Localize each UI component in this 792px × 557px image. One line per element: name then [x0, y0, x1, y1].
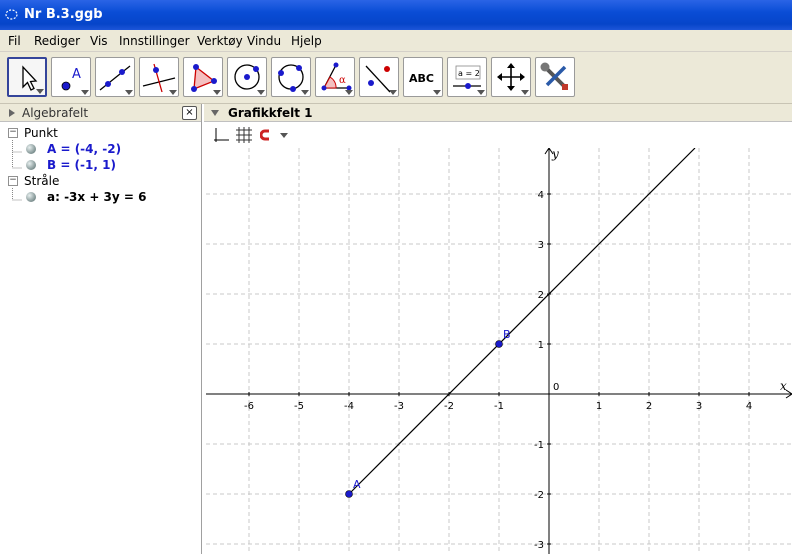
show-grid-icon[interactable] [235, 126, 253, 144]
toolbar: A α ABC a = 2 [0, 52, 792, 104]
move-graphics-tool-button[interactable] [491, 57, 531, 97]
menu-tools[interactable]: Verktøy [197, 34, 243, 48]
reflect-tool-button[interactable] [359, 57, 399, 97]
dropdown-triangle-icon [389, 90, 397, 95]
menu-file[interactable]: Fil [8, 34, 21, 48]
dropdown-triangle-icon [213, 90, 221, 95]
close-icon[interactable]: × [182, 106, 197, 120]
ray-a[interactable] [348, 147, 696, 495]
y-tick-label: 1 [538, 340, 544, 351]
geometry-objects[interactable]: AB [345, 147, 696, 498]
dropdown-triangle-icon [433, 90, 441, 95]
algebra-item-point-b[interactable]: B = (-1, 1) [47, 158, 116, 172]
move-tool-button[interactable] [7, 57, 47, 97]
algebra-panel-header: Algebrafelt × [0, 104, 201, 122]
magnet-snap-icon[interactable] [260, 126, 290, 144]
angle-tool-button[interactable]: α [315, 57, 355, 97]
menu-options[interactable]: Innstillinger [119, 34, 190, 48]
x-tick-label: 2 [646, 401, 652, 412]
title-bar: Nr B.3.ggb [0, 0, 792, 30]
visibility-toggle-icon[interactable] [26, 192, 36, 202]
algebra-panel-title: Algebrafelt [22, 106, 89, 120]
menu-window[interactable]: Vindu [247, 34, 281, 48]
expander-punkt[interactable]: − [8, 128, 18, 138]
grid-lines [206, 148, 792, 554]
y-tick-label: -2 [534, 490, 544, 501]
algebra-item-ray-a[interactable]: a: -3x + 3y = 6 [47, 190, 147, 204]
polygon-tool-button[interactable] [183, 57, 223, 97]
point-b[interactable] [495, 340, 503, 348]
graphics-panel-header: Grafikkfelt 1 [204, 104, 792, 122]
point-a[interactable] [345, 490, 353, 498]
graphics-panel: Grafikkfelt 1 xy -6 -5 -4 -3 -2 -1 0 1 2 3 4 4 3 2 1 -1… [204, 104, 792, 554]
y-tick-label: -1 [534, 440, 544, 451]
x-tick-label: -2 [444, 401, 454, 412]
x-tick-label: 0 [553, 382, 559, 393]
x-tick-label: 3 [696, 401, 702, 412]
slider-tool-button[interactable]: a = 2 [447, 57, 487, 97]
y-axis-label: y [551, 148, 559, 161]
visibility-toggle-icon[interactable] [26, 144, 36, 154]
line-tool-button[interactable] [95, 57, 135, 97]
point-label-b: B [503, 328, 511, 341]
dropdown-triangle-icon [81, 90, 89, 95]
tools-settings-button[interactable] [535, 57, 575, 97]
x-axis-label: x [780, 379, 787, 393]
menu-edit[interactable]: Rediger [34, 34, 80, 48]
point-tool-button[interactable]: A [51, 57, 91, 97]
y-tick-label: -3 [534, 540, 544, 551]
x-tick-label: -3 [394, 401, 404, 412]
menu-bar: Fil Rediger Vis Innstillinger Verktøy Vi… [0, 30, 792, 52]
slider-tool-label: a = 2 [458, 69, 480, 78]
algebra-panel: Algebrafelt × − Punkt A = (-4, -2) B = (… [0, 104, 202, 554]
svg-text:α: α [339, 75, 346, 86]
circle-three-points-tool-button[interactable] [271, 57, 311, 97]
point-label-a: A [353, 478, 361, 491]
graphics-style-bar [204, 122, 792, 148]
x-tick-label: -4 [344, 401, 354, 412]
y-tick-label: 4 [538, 190, 544, 201]
collapse-arrow-icon[interactable] [210, 109, 220, 117]
algebra-item-point-a[interactable]: A = (-4, -2) [47, 142, 121, 156]
dropdown-triangle-icon [36, 89, 44, 94]
perpendicular-tool-button[interactable] [139, 57, 179, 97]
dropdown-triangle-icon [169, 90, 177, 95]
dropdown-triangle-icon [125, 90, 133, 95]
text-tool-label: ABC [409, 72, 434, 85]
circle-tool-button[interactable] [227, 57, 267, 97]
dropdown-triangle-icon [345, 90, 353, 95]
text-tool-button[interactable]: ABC [403, 57, 443, 97]
dropdown-triangle-icon [301, 90, 309, 95]
menu-view[interactable]: Vis [90, 34, 108, 48]
window-title: Nr B.3.ggb [24, 7, 103, 22]
x-tick-label: -6 [244, 401, 254, 412]
svg-text:A: A [72, 67, 81, 82]
coordinate-plot[interactable]: xy -6 -5 -4 -3 -2 -101 2 3 44321-1-2-3 AB [206, 147, 792, 554]
group-punkt-label: Punkt [24, 126, 58, 140]
menu-help[interactable]: Hjelp [291, 34, 322, 48]
dropdown-triangle-icon [477, 90, 485, 95]
x-tick-label: 1 [596, 401, 602, 412]
dropdown-triangle-icon [521, 90, 529, 95]
graphics-canvas[interactable]: xy -6 -5 -4 -3 -2 -1 0 1 2 3 4 4 3 2 1 -1 -2 -3 AB [206, 147, 792, 554]
x-tick-label: 4 [746, 401, 752, 412]
group-straale-label: Stråle [24, 174, 60, 188]
dropdown-triangle-icon [257, 90, 265, 95]
graphics-panel-title: Grafikkfelt 1 [228, 106, 313, 120]
show-axes-icon[interactable] [212, 126, 230, 144]
wrench-screwdriver-icon [540, 62, 568, 90]
geogebra-logo-icon [5, 9, 18, 20]
x-tick-label: -5 [294, 401, 304, 412]
x-tick-label: -1 [494, 401, 504, 412]
visibility-toggle-icon[interactable] [26, 160, 36, 170]
y-tick-label: 3 [538, 240, 544, 251]
expander-straale[interactable]: − [8, 176, 18, 186]
collapse-arrow-icon[interactable] [8, 108, 16, 118]
